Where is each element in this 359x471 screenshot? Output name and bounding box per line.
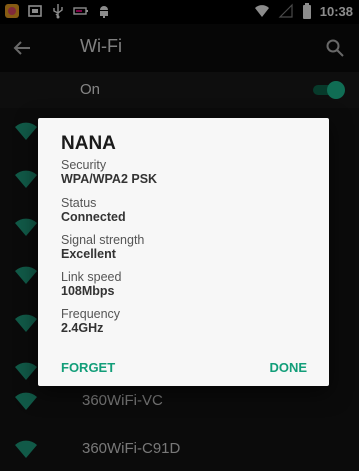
field-label: Security: [61, 158, 107, 172]
field-value: 2.4GHz: [61, 321, 104, 335]
done-button[interactable]: DONE: [269, 360, 307, 375]
field-frequency: Frequency 2.4GHz: [61, 307, 120, 335]
network-details-dialog: NANA Security WPA/WPA2 PSK Status Connec…: [38, 118, 329, 386]
field-value: Connected: [61, 210, 126, 224]
field-status: Status Connected: [61, 196, 126, 224]
field-label: Signal strength: [61, 233, 145, 247]
field-label: Link speed: [61, 270, 122, 284]
field-signal-strength: Signal strength Excellent: [61, 233, 144, 261]
field-value: WPA/WPA2 PSK: [61, 172, 158, 186]
field-label: Frequency: [61, 307, 121, 321]
field-security: Security WPA/WPA2 PSK: [61, 158, 157, 186]
dialog-title: NANA: [61, 133, 116, 154]
field-label: Status: [61, 196, 97, 210]
field-value: Excellent: [61, 247, 116, 261]
field-value: 108Mbps: [61, 284, 115, 298]
field-link-speed: Link speed 108Mbps: [61, 270, 121, 298]
forget-button[interactable]: FORGET: [61, 360, 115, 375]
